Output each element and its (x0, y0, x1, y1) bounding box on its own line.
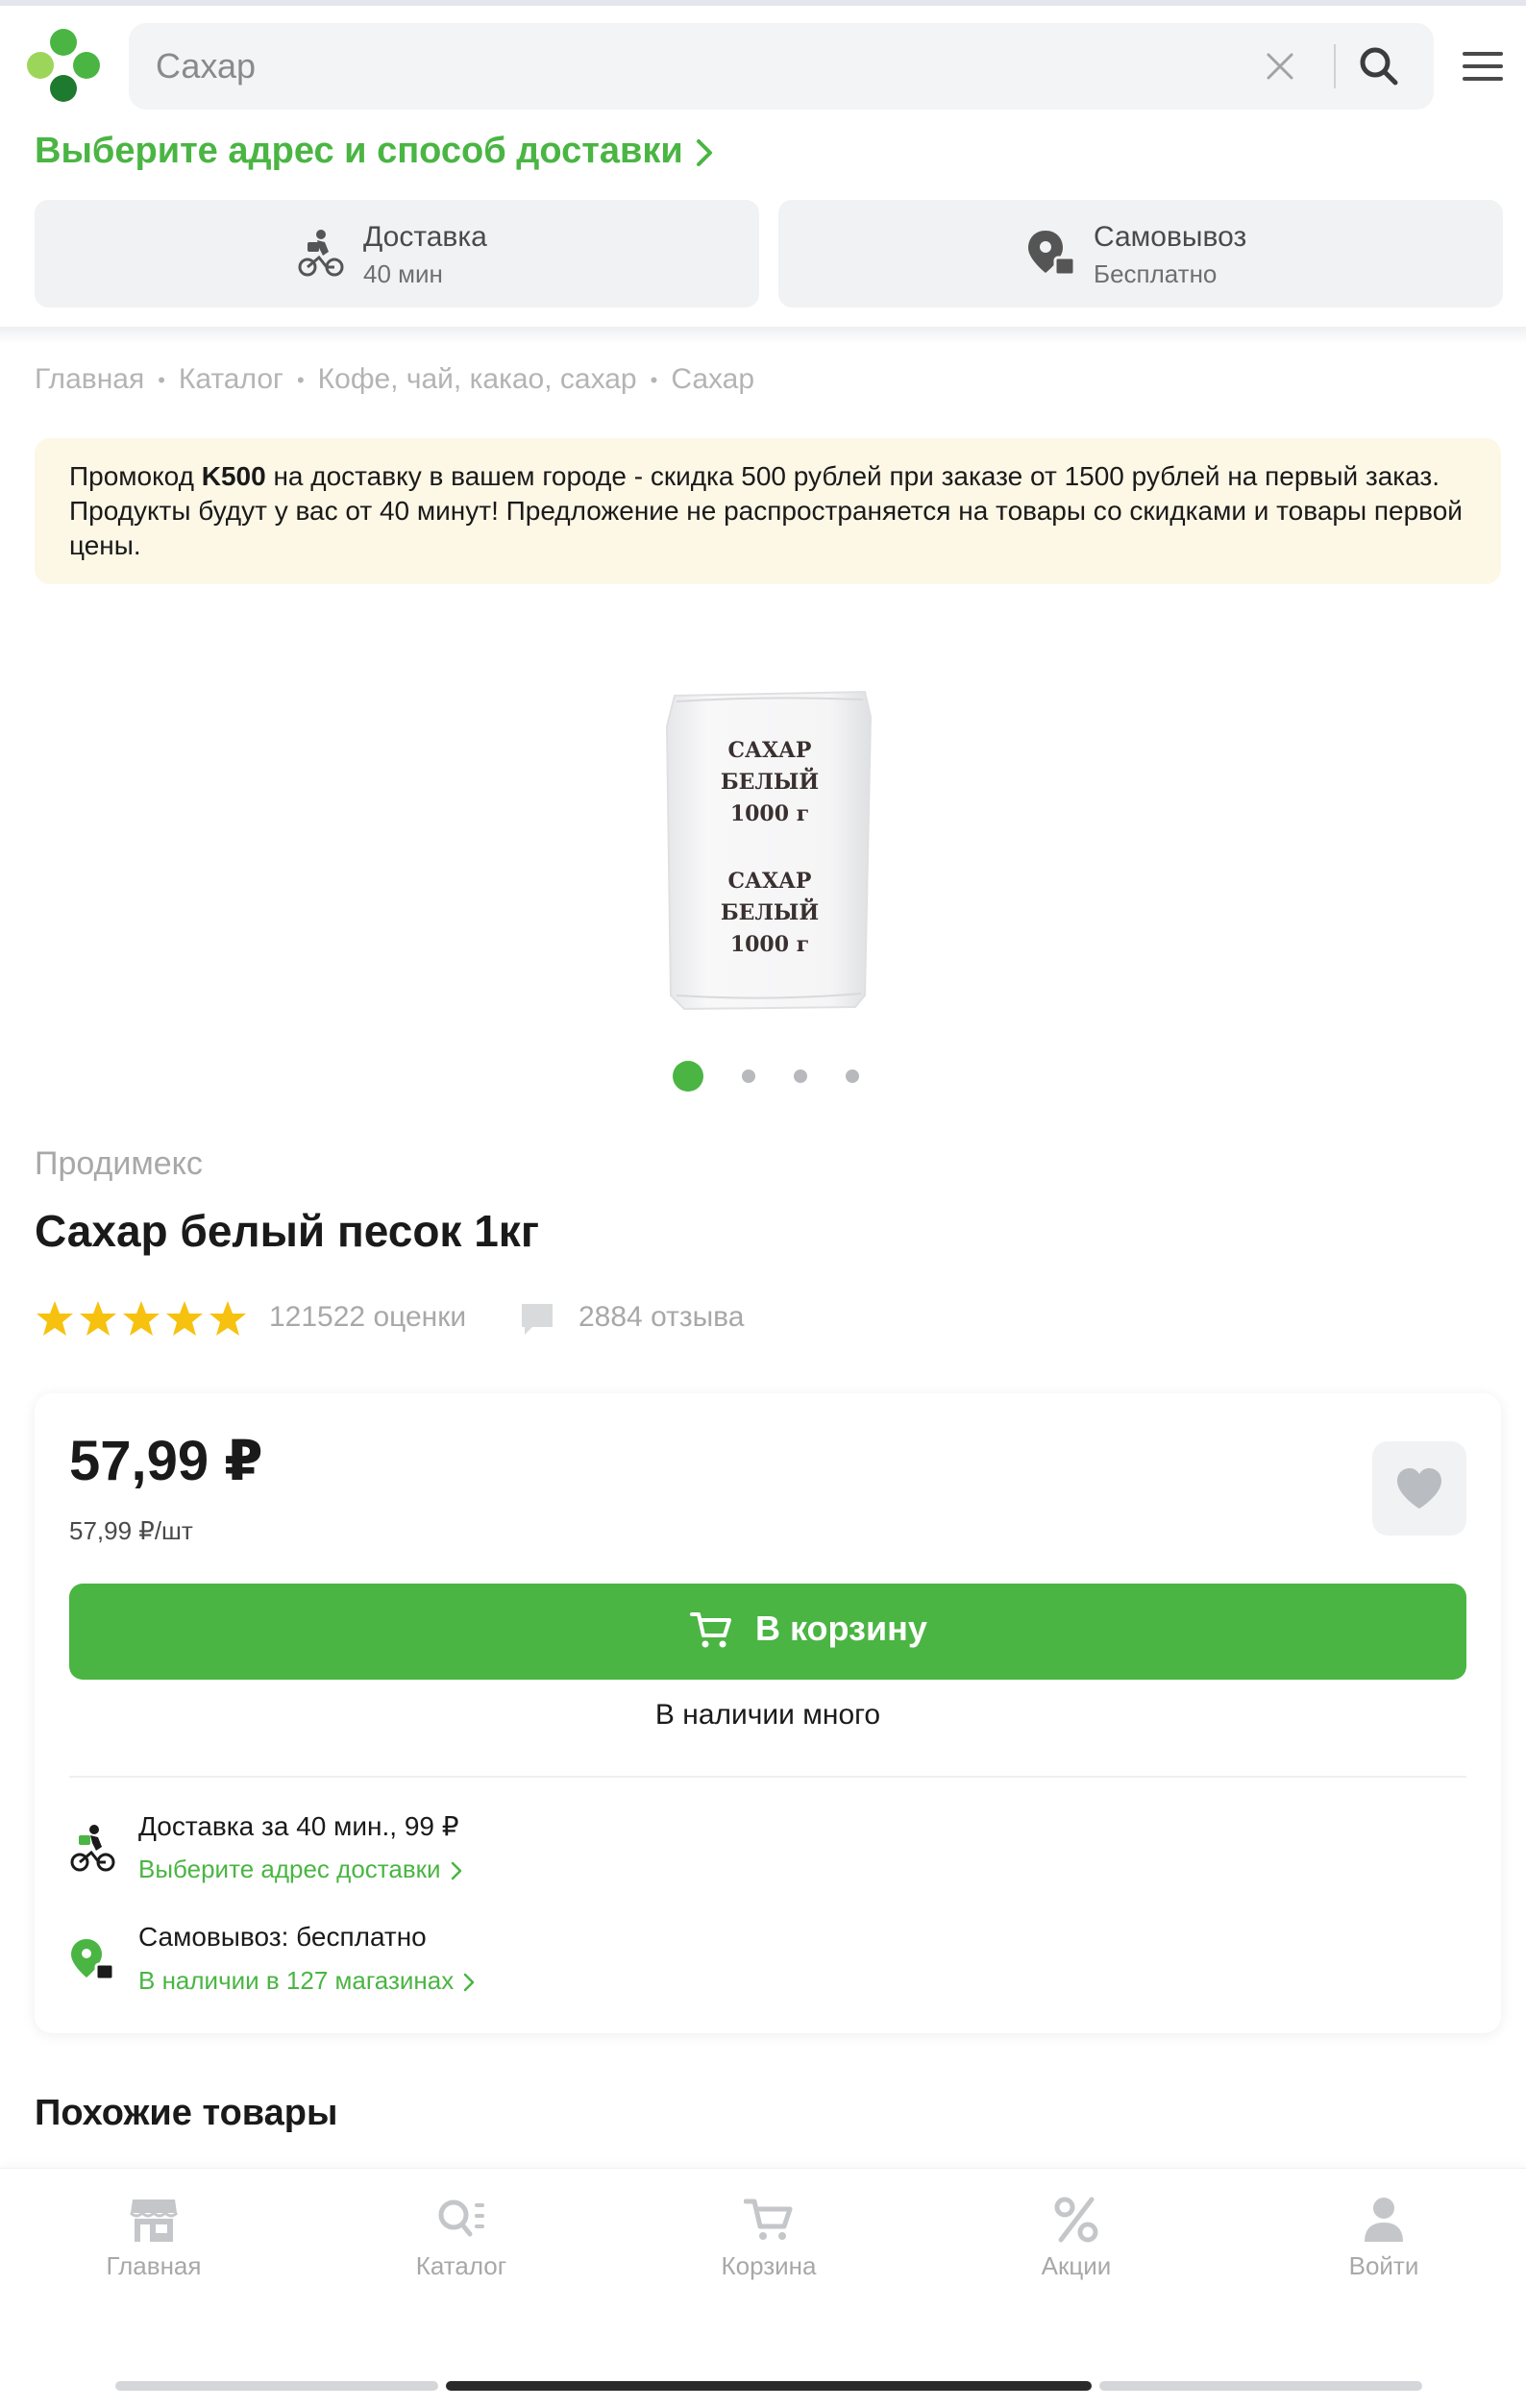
comment-icon (522, 1304, 553, 1335)
gallery-dot-active[interactable] (673, 1061, 703, 1092)
nav-login-label: Войти (1348, 2251, 1419, 2280)
delivery-address-link[interactable]: Выберите адрес доставки (138, 1855, 462, 1884)
nav-promotions-label: Акции (1041, 2251, 1112, 2280)
product-price: 57,99 ₽ (69, 1430, 263, 1492)
courier-bike-icon (298, 230, 344, 277)
delivery-mode-button[interactable]: Доставка 40 мин (35, 200, 759, 307)
breadcrumb-catalog[interactable]: Каталог (179, 363, 283, 395)
nav-login[interactable]: Войти (1288, 2188, 1480, 2284)
header-shadow (0, 327, 1526, 344)
heart-icon (1397, 1468, 1441, 1509)
pickup-mode-label: Самовывоз (1094, 221, 1247, 253)
delivery-address-link-label: Выберите адрес доставки (138, 1855, 441, 1883)
gallery-dot[interactable] (794, 1069, 807, 1083)
gallery-dot[interactable] (742, 1069, 755, 1083)
favorite-button[interactable] (1372, 1441, 1466, 1536)
breadcrumb-separator: • (650, 368, 658, 393)
breadcrumb-separator: • (158, 368, 165, 393)
promo-banner: Промокод K500 на доставку в вашем городе… (35, 438, 1501, 584)
percent-icon (1054, 2197, 1098, 2243)
breadcrumb: Главная • Каталог • Кофе, чай, какао, сахар •… (35, 363, 754, 396)
similar-products-heading: Похожие товары (35, 2093, 338, 2133)
pickup-location-icon (1028, 231, 1076, 277)
nav-promotions[interactable]: Акции (980, 2188, 1172, 2284)
home-indicator[interactable] (446, 2381, 1092, 2391)
home-indicator-right (1099, 2381, 1422, 2391)
chevron-right-icon (451, 1861, 461, 1880)
nav-home-label: Главная (106, 2251, 202, 2280)
delivery-info: Доставка за 40 мин., 99 ₽ Выберите адрес… (69, 1810, 934, 1897)
nav-catalog-label: Каталог (415, 2251, 507, 2280)
pickup-stores-link-label: В наличии в 127 магазинах (138, 1966, 455, 1995)
bag-text-2: БЕЛЫЙ (721, 767, 819, 795)
store-icon (129, 2199, 179, 2242)
promo-text-after: на доставку в вашем городе - скидка 500 … (69, 461, 1463, 560)
product-brand[interactable]: Продимекс (35, 1145, 203, 1183)
menu-icon[interactable] (1463, 50, 1503, 83)
catalog-search-icon (438, 2199, 484, 2237)
breadcrumb-current[interactable]: Сахар (671, 363, 754, 395)
address-select-label: Выберите адрес и способ доставки (35, 131, 683, 171)
add-to-cart-button[interactable]: В корзину (69, 1584, 1466, 1680)
address-select-link[interactable]: Выберите адрес и способ доставки (35, 131, 714, 172)
top-edge (0, 0, 1526, 6)
search-separator (1334, 44, 1336, 88)
rating-row: 121522 оценки 2884 отзыва (35, 1297, 899, 1341)
pickup-mode-button[interactable]: Самовывоз Бесплатно (778, 200, 1503, 307)
pickup-location-icon (71, 1939, 115, 1981)
bag-text-3: 1000 г (730, 801, 809, 826)
bag-text-6: 1000 г (730, 932, 809, 957)
logo-icon[interactable] (25, 27, 102, 104)
delivery-info-text: Доставка за 40 мин., 99 ₽ (138, 1811, 459, 1841)
cart-icon (744, 2199, 793, 2240)
bottom-navigation: Главная Каталог Корзина Акции Войти (0, 2168, 1526, 2408)
stock-status: В наличии много (654, 1699, 881, 1731)
nav-home[interactable]: Главная (58, 2188, 250, 2284)
ratings-count[interactable]: 121522 оценки (269, 1301, 466, 1334)
bag-text-1: САХАР (728, 738, 812, 763)
rating-stars-icon[interactable] (35, 1299, 252, 1339)
gallery-pagination (673, 1059, 865, 1093)
bag-text-5: БЕЛЫЙ (721, 897, 819, 925)
delivery-mode-label: Доставка (363, 221, 487, 253)
delivery-mode-time: 40 мин (363, 259, 443, 288)
chevron-right-icon (463, 1973, 475, 1992)
product-title: Сахар белый песок 1кг (35, 1206, 539, 1256)
search-icon[interactable] (1359, 46, 1399, 86)
reviews-count[interactable]: 2884 отзыва (578, 1301, 744, 1334)
breadcrumb-separator: • (296, 368, 305, 393)
gallery-dot[interactable] (846, 1069, 859, 1083)
add-to-cart-label: В корзину (755, 1609, 927, 1648)
bag-text-4: САХАР (728, 869, 812, 894)
card-divider (69, 1776, 1466, 1778)
product-image[interactable]: САХАР БЕЛЫЙ 1000 г САХАР БЕЛЫЙ 1000 г (663, 688, 876, 1013)
nav-cart-label: Корзина (721, 2251, 817, 2280)
unit-price: 57,99 ₽/шт (69, 1516, 193, 1545)
courier-bike-icon (70, 1825, 115, 1872)
pickup-mode-price: Бесплатно (1094, 259, 1218, 288)
nav-cart[interactable]: Корзина (673, 2188, 865, 2284)
pickup-info: Самовывоз: бесплатно В наличии в 127 маг… (69, 1922, 934, 2008)
user-icon (1365, 2198, 1403, 2242)
price-card: 57,99 ₽ 57,99 ₽/шт В корзину В наличии м… (35, 1393, 1501, 2033)
search-input[interactable] (156, 23, 1261, 110)
breadcrumb-home[interactable]: Главная (35, 363, 144, 395)
breadcrumb-category[interactable]: Кофе, чай, какао, сахар (318, 363, 637, 395)
nav-catalog[interactable]: Каталог (365, 2188, 557, 2284)
search-bar[interactable] (129, 23, 1434, 110)
cart-icon (690, 1612, 731, 1648)
promo-code: K500 (201, 461, 266, 491)
chevron-right-icon (696, 138, 712, 166)
pickup-stores-link[interactable]: В наличии в 127 магазинах (138, 1966, 475, 1996)
pickup-info-text: Самовывоз: бесплатно (138, 1922, 427, 1952)
promo-text-before: Промокод (69, 461, 202, 491)
clear-icon[interactable] (1263, 49, 1297, 84)
home-indicator-left (115, 2381, 438, 2391)
